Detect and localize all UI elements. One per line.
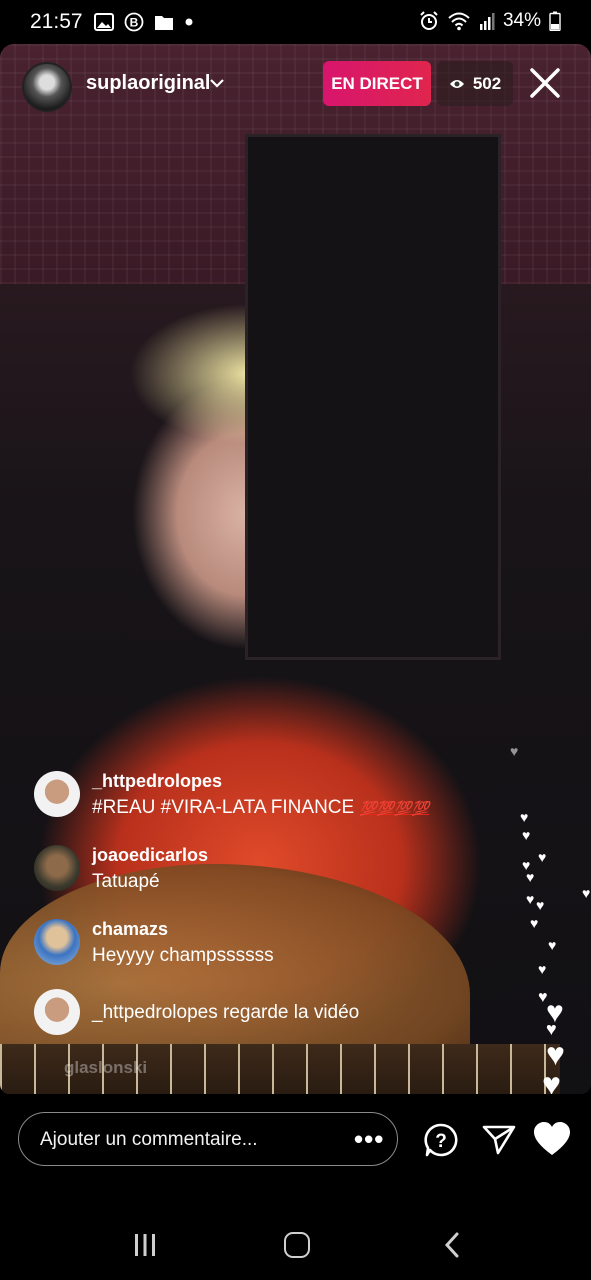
svg-text:?: ?: [435, 1131, 447, 1152]
comment-avatar[interactable]: [34, 919, 80, 965]
more-icon[interactable]: •••: [354, 1124, 384, 1155]
battery-percent: 34%: [502, 10, 541, 31]
comment-text: #REAU #VIRA-LATA FINANCE 💯💯💯💯: [92, 797, 429, 819]
status-bar: 21:57 B 34%: [0, 0, 591, 44]
comment-username[interactable]: joaoedicarlos: [92, 845, 208, 866]
comment-username[interactable]: chamazs: [92, 919, 168, 940]
wifi-icon: [448, 12, 470, 31]
recent-apps-icon[interactable]: [132, 1232, 158, 1258]
comment-text-body: #REAU #VIRA-LATA FINANCE: [92, 797, 355, 818]
faded-username: glaslonski: [64, 1058, 148, 1077]
heart-icon[interactable]: [532, 1120, 572, 1160]
live-video[interactable]: [0, 44, 591, 1094]
viewer-count-value: 502: [472, 73, 502, 93]
send-icon[interactable]: [481, 1122, 517, 1158]
alarm-icon: [420, 11, 438, 30]
broadcaster-username[interactable]: suplaoriginal: [86, 72, 210, 95]
comment-username[interactable]: _httpedrolopes: [92, 771, 222, 792]
signal-icon: [479, 13, 495, 30]
dot-icon: [185, 18, 193, 26]
battery-icon: [549, 11, 561, 31]
comment-avatar[interactable]: [34, 771, 80, 817]
live-badge-label: EN DIRECT: [331, 73, 423, 93]
folder-icon: [155, 16, 173, 30]
live-badge: EN DIRECT: [323, 61, 431, 106]
comment-text: Tatuapé: [92, 871, 160, 892]
status-notification-icons: B: [94, 12, 194, 32]
b-icon: B: [124, 12, 144, 32]
eye-icon: [449, 79, 464, 88]
status-system-icons: 34%: [419, 10, 561, 32]
broadcaster-avatar[interactable]: [22, 62, 72, 112]
gallery-icon: [94, 13, 114, 31]
join-avatar[interactable]: [34, 989, 80, 1035]
home-icon[interactable]: [284, 1232, 310, 1258]
question-icon[interactable]: ?: [423, 1122, 459, 1158]
status-time: 21:57: [30, 10, 83, 33]
comment-avatar[interactable]: [34, 845, 80, 891]
close-icon[interactable]: [528, 66, 562, 100]
comment-placeholder[interactable]: Ajouter un commentaire...: [40, 1129, 258, 1151]
join-notice-text: _httpedrolopes regarde la vidéo: [92, 1002, 360, 1023]
viewer-count[interactable]: 502: [437, 61, 513, 106]
chevron-down-icon[interactable]: [208, 74, 226, 92]
video-background-door: [245, 134, 501, 660]
back-icon[interactable]: [440, 1232, 466, 1258]
hundred-emoji: 💯💯💯💯: [359, 800, 430, 816]
comment-text: Heyyyy champssssss: [92, 945, 274, 966]
svg-text:B: B: [130, 16, 139, 30]
